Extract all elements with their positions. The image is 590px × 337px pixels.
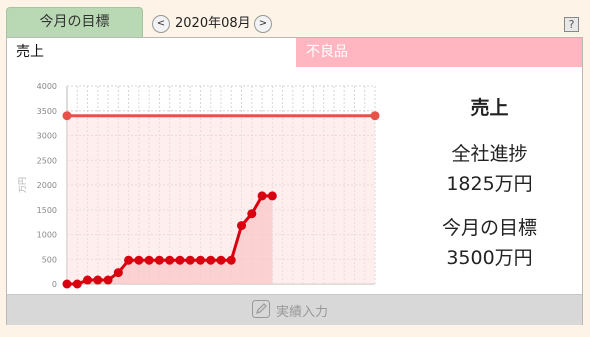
next-month-button[interactable]: > bbox=[254, 15, 272, 33]
y-axis-label: 万円 bbox=[18, 177, 27, 193]
x-tick-label: 10 bbox=[154, 292, 164, 293]
actual-point bbox=[175, 255, 185, 265]
pencil-icon bbox=[252, 300, 270, 325]
goal-point bbox=[370, 111, 380, 121]
x-tick-label: 20 bbox=[257, 292, 267, 293]
actual-point bbox=[124, 255, 134, 265]
actual-point bbox=[113, 268, 123, 278]
actual-point bbox=[134, 255, 144, 265]
actual-point bbox=[206, 255, 216, 265]
actual-point bbox=[195, 255, 205, 265]
x-tick-label: 30 bbox=[360, 292, 370, 293]
actual-point bbox=[62, 279, 72, 289]
chevron-left-icon: < bbox=[156, 18, 166, 29]
goal-point bbox=[62, 111, 72, 121]
actual-point bbox=[267, 191, 277, 201]
y-tick-label: 1000 bbox=[37, 231, 57, 240]
progress-label: 全社進捗 bbox=[451, 143, 528, 165]
actual-point bbox=[144, 255, 154, 265]
x-tick-label: 15 bbox=[206, 292, 216, 293]
goal-label: 今月の目標 bbox=[441, 217, 537, 239]
month-label: 2020年08月 bbox=[175, 16, 251, 31]
x-tick-label: 1 bbox=[64, 292, 69, 293]
y-tick-label: 4000 bbox=[37, 82, 57, 91]
bottom-action-bar: 実績入力 bbox=[7, 294, 582, 325]
x-tick-label: 5 bbox=[106, 292, 111, 293]
y-tick-label: 3000 bbox=[37, 132, 57, 141]
y-tick-label: 500 bbox=[42, 255, 57, 264]
actual-point bbox=[165, 255, 175, 265]
help-icon[interactable]: ? bbox=[564, 17, 579, 32]
actual-point bbox=[72, 279, 82, 289]
actual-point bbox=[93, 275, 103, 285]
sales-chart: 0500100015002000250030003500400015101520… bbox=[18, 82, 380, 293]
actual-point bbox=[257, 191, 267, 201]
actual-point bbox=[226, 255, 236, 265]
actual-point bbox=[103, 275, 113, 285]
actual-point bbox=[185, 255, 195, 265]
prev-month-button[interactable]: < bbox=[152, 15, 170, 33]
entry-button-label: 実績入力 bbox=[276, 305, 329, 320]
entry-button[interactable]: 実績入力 bbox=[252, 300, 328, 320]
subtab-sales[interactable]: 売上 bbox=[7, 38, 296, 67]
y-tick-label: 1500 bbox=[37, 206, 57, 215]
subtab-defect[interactable]: 不良品 bbox=[296, 38, 582, 67]
chevron-right-icon: > bbox=[258, 18, 268, 29]
y-tick-label: 0 bbox=[52, 280, 57, 289]
actual-point bbox=[83, 275, 93, 285]
sales-panel: 売上 不良品 0 500 1000 1500 2000 2500 3000 3500 4000 1… bbox=[6, 37, 583, 325]
y-tick-label: 2000 bbox=[37, 181, 57, 190]
progress-value: 1825万円 bbox=[446, 173, 533, 195]
tab-goal[interactable]: 今月の目標 bbox=[6, 7, 143, 37]
y-tick-label: 3500 bbox=[37, 107, 57, 116]
x-tick-label: 25 bbox=[308, 292, 318, 293]
actual-point bbox=[247, 209, 257, 219]
actual-point bbox=[216, 255, 226, 265]
y-tick-label: 2500 bbox=[37, 156, 57, 165]
actual-point bbox=[237, 221, 247, 231]
summary-title: 売上 bbox=[470, 97, 509, 119]
actual-point bbox=[154, 255, 164, 265]
goal-value: 3500万円 bbox=[446, 247, 533, 269]
